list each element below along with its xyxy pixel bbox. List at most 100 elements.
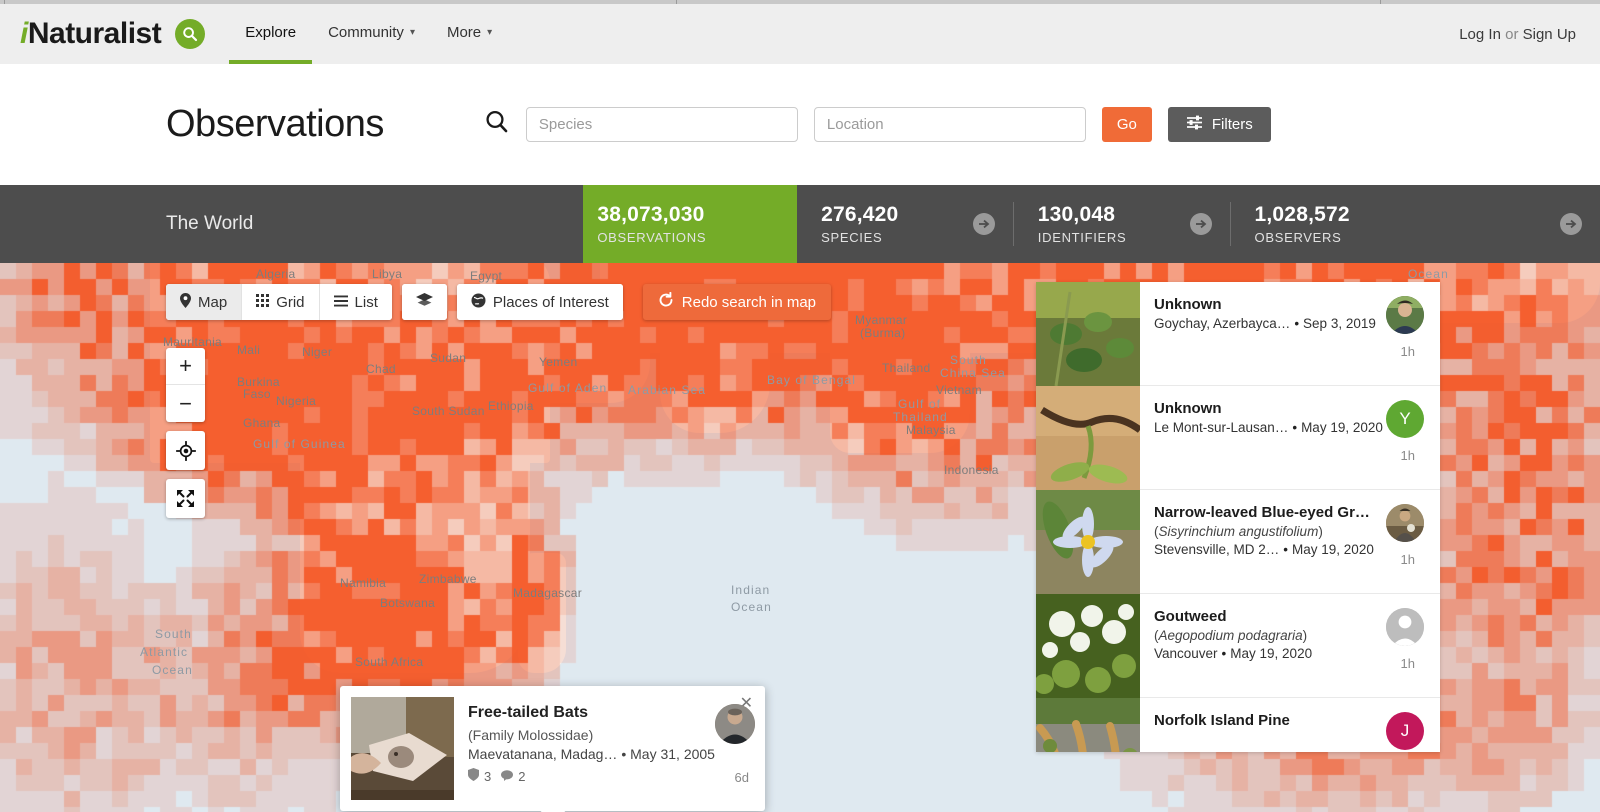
stat-identifiers[interactable]: 130,048 IDENTIFIERS (1014, 185, 1230, 263)
location-search-input[interactable] (814, 107, 1086, 142)
search-icon (182, 26, 198, 42)
redo-search-button[interactable]: Redo search in map (643, 284, 831, 320)
popup-scientific-name: (Family Molossidae) (468, 727, 753, 743)
popup-date: May 31, 2005 (630, 746, 715, 762)
species-search-input[interactable] (526, 107, 798, 142)
search-controls: Go Filters (484, 107, 1271, 142)
nav-item-explore[interactable]: Explore (229, 4, 312, 64)
pin-icon (180, 293, 191, 312)
popup-counts: 3 2 (468, 768, 753, 784)
fullscreen-button[interactable] (166, 479, 205, 518)
nav-label-community: Community (328, 24, 404, 41)
map-view-toggle-group: Map Grid (166, 284, 392, 320)
observation-time-ago: 1h (1401, 344, 1415, 359)
redo-search-label: Redo search in map (682, 294, 816, 311)
observation-date: Sep 3, 2019 (1303, 316, 1376, 331)
observation-location: Stevensville, MD 2… (1154, 542, 1279, 557)
observation-separator: • (1294, 316, 1299, 331)
page-title: Observations (166, 103, 384, 146)
zoom-out-button[interactable]: − (166, 385, 205, 422)
places-of-interest-group: Places of Interest (457, 284, 623, 320)
avatar-initial: J (1386, 712, 1424, 750)
nav-item-more[interactable]: More ▾ (431, 4, 508, 64)
login-link[interactable]: Log In (1459, 26, 1501, 43)
observation-row[interactable]: Narrow-leaved Blue-eyed Gr…(Sisyrinchium… (1036, 490, 1440, 594)
stat-species-arrow-button[interactable] (973, 213, 995, 235)
observation-time-ago: 1h (1401, 656, 1415, 671)
popup-meta: Maevatanana, Madag… • May 31, 2005 (468, 746, 753, 762)
observation-user-avatar[interactable] (1386, 608, 1424, 646)
map-layers-group (402, 284, 447, 320)
map-toolbar: Map Grid (166, 284, 831, 320)
go-button[interactable]: Go (1102, 107, 1152, 142)
shield-icon (468, 768, 479, 784)
observation-map[interactable]: AlgeriaLibyaEgyptMauritaniaMaliNigerChad… (0, 263, 1600, 812)
observation-date: May 19, 2020 (1292, 542, 1374, 557)
search-icon-button[interactable] (175, 19, 205, 49)
chevron-down-icon: ▾ (487, 27, 492, 38)
popup-title[interactable]: Free-tailed Bats (468, 704, 753, 722)
search-header: Observations Go (0, 64, 1600, 185)
observation-row[interactable]: UnknownGoychay, Azerbayca…•Sep 3, 20191h (1036, 282, 1440, 386)
popup-time-ago: 6d (735, 770, 749, 785)
stat-observations[interactable]: 38,073,030 OBSERVATIONS (583, 185, 797, 263)
observation-photo[interactable] (1036, 594, 1140, 698)
grid-icon (256, 294, 269, 311)
locate-me-button[interactable] (166, 431, 205, 470)
observation-location: Vancouver (1154, 646, 1218, 661)
places-of-interest-label: Places of Interest (493, 294, 609, 311)
observation-user-avatar[interactable]: Y (1386, 400, 1424, 438)
zoom-in-button[interactable]: + (166, 348, 205, 385)
observation-separator: • (1292, 420, 1297, 435)
stat-observations-label: OBSERVATIONS (597, 230, 797, 245)
list-icon (334, 294, 348, 311)
nav-label-more: More (447, 24, 481, 41)
grid-view-label: Grid (276, 294, 304, 311)
stat-identifiers-arrow-button[interactable] (1190, 213, 1212, 235)
sliders-icon (1186, 115, 1203, 134)
observation-row[interactable]: Goutweed(Aegopodium podagraria)Vancouver… (1036, 594, 1440, 698)
observation-time-ago: 1h (1401, 448, 1415, 463)
observation-photo[interactable] (1036, 386, 1140, 490)
observation-row[interactable]: UnknownLe Mont-sur-Lausan…•May 19, 2020Y… (1036, 386, 1440, 490)
popup-user-avatar[interactable] (715, 704, 755, 744)
nav-item-community[interactable]: Community ▾ (312, 4, 431, 64)
stat-observers-count: 1,028,572 (1255, 203, 1600, 227)
arrow-right-icon (1195, 219, 1207, 229)
observation-popup[interactable]: ✕ Free-tailed Bats (Family Molossidae) (340, 686, 765, 811)
observation-user-avatar[interactable] (1386, 504, 1424, 542)
default-avatar-icon (1386, 608, 1424, 646)
avatar-photo (1386, 504, 1424, 542)
observation-list[interactable]: UnknownGoychay, Azerbayca…•Sep 3, 20191h… (1036, 282, 1440, 752)
observation-photo[interactable] (1036, 698, 1140, 752)
popup-photo[interactable] (351, 697, 454, 800)
logo-i: i (20, 19, 28, 49)
stat-species[interactable]: 276,420 SPECIES (797, 185, 1013, 263)
observation-user-avatar[interactable] (1386, 296, 1424, 334)
observation-photo[interactable] (1036, 490, 1140, 594)
observation-date: May 19, 2020 (1230, 646, 1312, 661)
observation-user-avatar[interactable]: J (1386, 712, 1424, 750)
places-of-interest-button[interactable]: Places of Interest (457, 284, 623, 320)
stat-observers-arrow-button[interactable] (1560, 213, 1582, 235)
stat-observers[interactable]: 1,028,572 OBSERVERS (1231, 185, 1600, 263)
observation-separator: • (1283, 542, 1288, 557)
layers-button[interactable] (402, 284, 447, 320)
top-navigation-bar: iNaturalist Explore Community ▾ More ▾ L… (0, 4, 1600, 64)
observation-date: May 19, 2020 (1301, 420, 1383, 435)
observation-location: Le Mont-sur-Lausan… (1154, 420, 1288, 435)
comment-icon (501, 769, 513, 784)
inaturalist-logo[interactable]: iNaturalist (20, 19, 161, 49)
observation-photo[interactable] (1036, 282, 1140, 386)
map-view-button[interactable]: Map (166, 284, 242, 320)
stat-observers-label: OBSERVERS (1255, 230, 1600, 245)
list-view-button[interactable]: List (320, 284, 392, 320)
filters-button[interactable]: Filters (1168, 107, 1271, 142)
avatar-initial: Y (1386, 400, 1424, 438)
grid-view-button[interactable]: Grid (242, 284, 319, 320)
chevron-down-icon: ▾ (410, 27, 415, 38)
observation-row[interactable]: Norfolk Island PineJ (1036, 698, 1440, 752)
signup-link[interactable]: Sign Up (1523, 26, 1576, 43)
layers-icon (416, 293, 433, 312)
observation-location: Goychay, Azerbayca… (1154, 316, 1290, 331)
